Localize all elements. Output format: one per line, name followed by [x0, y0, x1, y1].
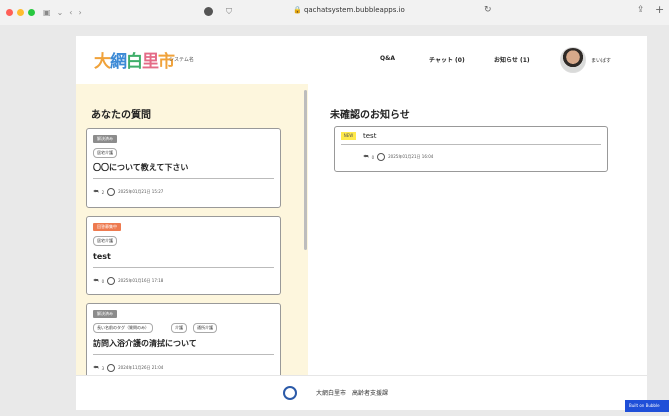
question-title: test	[93, 252, 111, 261]
site-header: 大網白里市 システム名 Q&A チャット (0) お知らせ (1) まいばす	[76, 36, 647, 85]
url-text: qachatsystem.bubbleapps.io	[303, 6, 405, 14]
new-badge: NEW	[341, 132, 356, 140]
tag-chip: 居宅介護	[93, 236, 117, 246]
web-page: 大網白里市 システム名 Q&A チャット (0) お知らせ (1) まいばす あ…	[76, 36, 647, 410]
question-date: 2025年01月21日 15:27	[118, 189, 164, 194]
tag-chip: 長い名前のタグ（質問のみ）	[93, 323, 153, 333]
clock-icon	[107, 277, 116, 285]
my-questions-title: あなたの質問	[91, 110, 151, 121]
question-date: 2024年11月26日 21:04	[118, 365, 164, 370]
divider	[93, 178, 274, 179]
reply-count: 3	[101, 365, 105, 371]
nav-notice[interactable]: お知らせ (1)	[494, 55, 530, 64]
notices-panel: 未確認のお知らせ NEW test ⮪ 0 2025年01月21日 16:04	[308, 84, 647, 375]
share-icon[interactable]: ⇪	[637, 5, 645, 15]
footer-text: 大網白里市 高齢者支援課	[316, 390, 389, 397]
notice-date: 2025年01月21日 16:04	[388, 154, 434, 159]
sidebar-toggle-icon[interactable]: ▣	[43, 8, 51, 17]
notice-title: test	[363, 132, 377, 140]
city-logo[interactable]: 大網白里市	[94, 47, 175, 72]
question-card[interactable]: 回答募集中 居宅介護 test ⮪ 0 2025年01月16日 17:18	[86, 216, 281, 295]
shield-icon[interactable]: ⛉	[226, 7, 232, 17]
status-badge: 解決済み	[93, 135, 117, 143]
clock-icon	[107, 364, 116, 372]
divider	[93, 267, 274, 268]
question-card[interactable]: 解決済み 長い名前のタグ（質問のみ） 介護 通所介護 訪問入浴介護の清拭について…	[86, 303, 281, 375]
chevron-down-icon[interactable]: ⌄	[57, 8, 64, 17]
my-questions-panel: あなたの質問 解決済み 居宅介護 〇〇について教えて下さい ⮪ 2 2025年0…	[76, 84, 308, 375]
clock-icon	[377, 153, 386, 161]
notice-meta: ⮪ 0 2025年01月21日 16:04	[363, 153, 433, 161]
avatar[interactable]	[560, 47, 586, 73]
window-controls	[6, 9, 35, 16]
question-date: 2025年01月16日 17:18	[118, 278, 164, 283]
tag-chip: 介護	[171, 323, 187, 333]
minimize-window-button[interactable]	[17, 9, 24, 16]
question-title: 〇〇について教えて下さい	[93, 163, 189, 172]
status-badge: 回答募集中	[93, 223, 121, 231]
question-card[interactable]: 解決済み 居宅介護 〇〇について教えて下さい ⮪ 2 2025年01月21日 1…	[86, 128, 281, 208]
tag-chip: 通所介護	[193, 323, 217, 333]
divider	[93, 354, 274, 355]
site-footer: 大網白里市 高齢者支援課	[76, 375, 647, 410]
reply-count: 0	[371, 154, 375, 160]
maximize-window-button[interactable]	[28, 9, 35, 16]
new-tab-icon[interactable]: +	[655, 3, 664, 16]
question-meta: ⮪ 0 2025年01月16日 17:18	[93, 277, 163, 285]
logo-char: 大	[94, 52, 111, 72]
nav-qa[interactable]: Q&A	[380, 55, 395, 62]
reply-icon: ⮪	[93, 277, 99, 284]
question-title: 訪問入浴介護の清拭について	[93, 339, 197, 348]
notice-card[interactable]: NEW test ⮪ 0 2025年01月21日 16:04	[334, 126, 608, 172]
divider	[341, 144, 601, 145]
address-bar[interactable]: 🔒 qachatsystem.bubbleapps.io	[293, 6, 405, 14]
logo-char: 里	[142, 52, 159, 72]
city-emblem-icon	[283, 386, 297, 400]
username[interactable]: まいばす	[591, 57, 611, 64]
back-icon[interactable]: ‹	[69, 8, 72, 17]
tag-chip: 居宅介護	[93, 148, 117, 158]
privacy-icon[interactable]	[204, 7, 213, 16]
scrollbar[interactable]	[304, 90, 307, 250]
system-name: システム名	[169, 57, 194, 63]
nav-chat[interactable]: チャット (0)	[429, 55, 465, 64]
question-meta: ⮪ 3 2024年11月26日 21:04	[93, 364, 163, 372]
reply-count: 0	[101, 278, 105, 284]
status-badge: 解決済み	[93, 310, 117, 318]
reply-count: 2	[101, 189, 105, 195]
reply-icon: ⮪	[363, 153, 369, 160]
notices-title: 未確認のお知らせ	[330, 110, 410, 121]
close-window-button[interactable]	[6, 9, 13, 16]
clock-icon	[107, 188, 116, 196]
reply-icon: ⮪	[93, 364, 99, 371]
bubble-badge[interactable]: Built on Bubble	[625, 400, 669, 412]
question-meta: ⮪ 2 2025年01月21日 15:27	[93, 188, 163, 196]
logo-char: 白	[126, 52, 143, 72]
reload-icon[interactable]: ↻	[484, 5, 492, 15]
logo-char: 網	[110, 52, 127, 72]
forward-icon[interactable]: ›	[78, 8, 81, 17]
reply-icon: ⮪	[93, 188, 99, 195]
